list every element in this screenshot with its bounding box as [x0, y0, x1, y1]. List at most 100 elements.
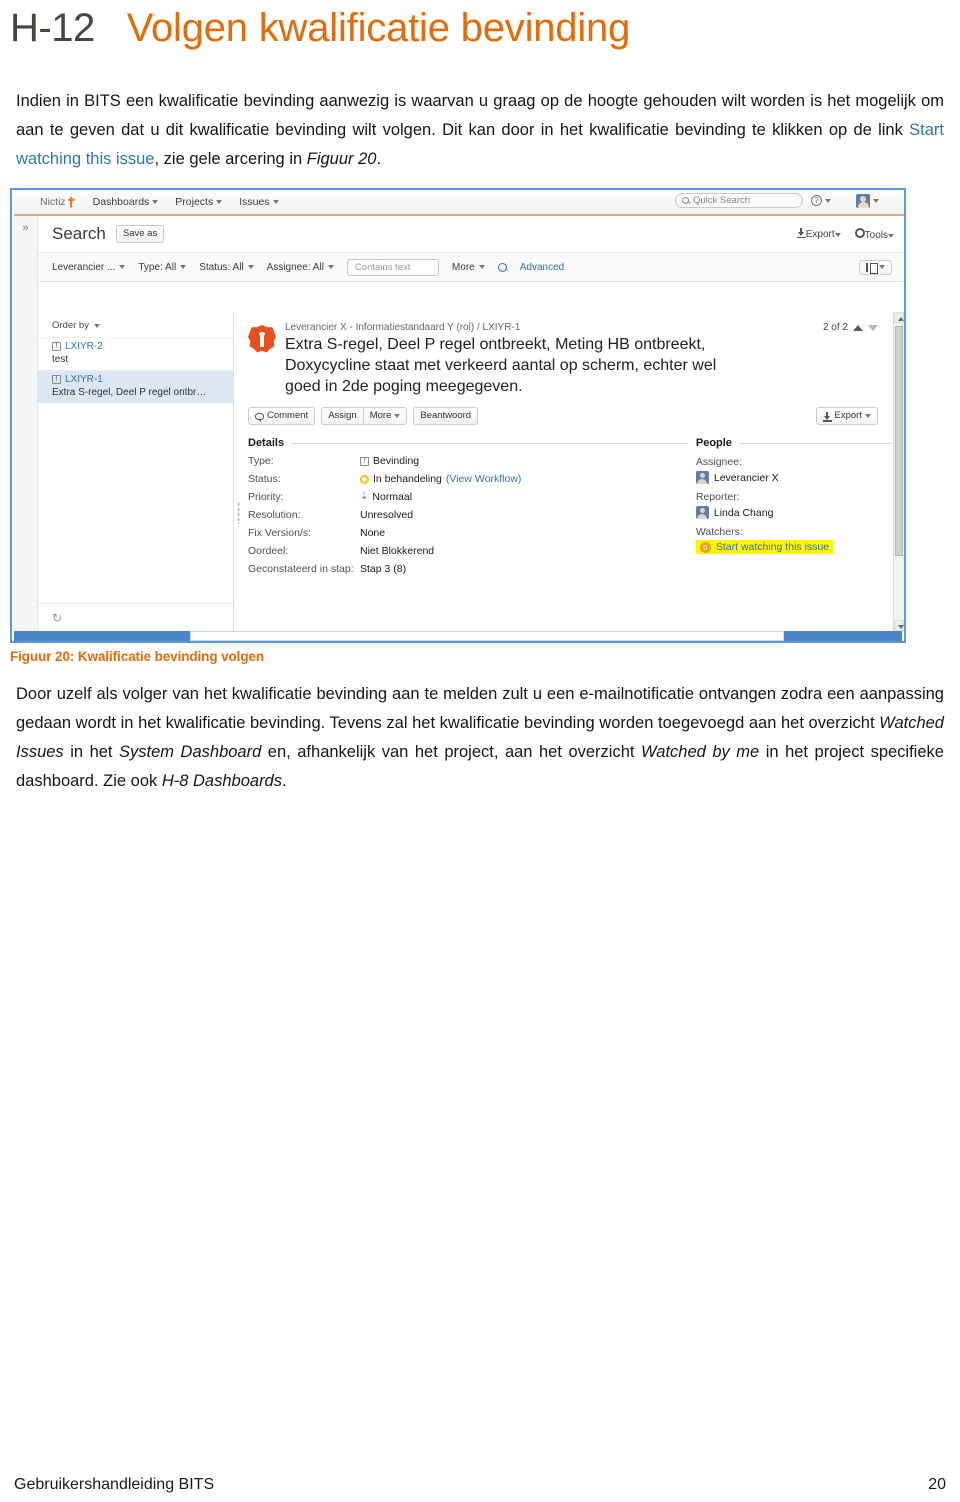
detail-label: Geconstateerd in stap: [248, 563, 354, 575]
start-watching-this-issue-link[interactable]: Start watching this issue [716, 541, 829, 553]
nav-item-projects[interactable]: Projects [175, 196, 223, 208]
body-text-p2: in het [63, 743, 120, 761]
issue-key-label: LXIYR-1 [65, 374, 103, 385]
list-item[interactable]: ! LXIYR-1 Extra S-regel, Deel P regel ont… [38, 370, 233, 403]
nav-projects-label: Projects [175, 196, 214, 208]
issue-export-button[interactable]: Export [815, 407, 878, 425]
export-icon [796, 228, 806, 238]
chevron-down-icon [180, 265, 187, 269]
comment-label: Comment [267, 410, 309, 421]
body-text-p5: . [281, 772, 287, 790]
scroll-thumb[interactable] [190, 631, 784, 641]
beantwoord-button[interactable]: Beantwoord [413, 407, 479, 425]
figure-caption: Figuur 20: Kwalificatie bevinding volgen [10, 649, 265, 664]
breadcrumb-project[interactable]: Leverancier X - Informatiestandaard Y (r… [285, 322, 474, 333]
reporter-label: Reporter: [695, 491, 740, 503]
detail-label: Priority: [248, 491, 284, 503]
filter-type[interactable]: Type: All [138, 262, 187, 273]
filter-assignee-label: Assignee: All [266, 261, 324, 273]
list-item[interactable]: ! LXIYR-2 test [38, 337, 233, 370]
help-menu[interactable]: ? [811, 195, 831, 206]
scroll-down-arrow-icon[interactable] [894, 620, 904, 631]
more-button[interactable]: More [362, 407, 408, 425]
details-heading-label: Details [248, 437, 285, 449]
nav-issues-label: Issues [239, 196, 270, 208]
column-config-button[interactable] [859, 259, 892, 275]
previous-issue-icon[interactable] [853, 324, 863, 331]
filter-status[interactable]: Status: All [199, 262, 254, 273]
filter-more[interactable]: More [452, 262, 485, 273]
scroll-up-arrow-icon[interactable] [894, 312, 904, 323]
issue-list-footer: ↺ [38, 603, 233, 631]
assign-button[interactable]: Assign [321, 407, 363, 425]
watcher-count-badge: 0 [699, 541, 711, 553]
scroll-thumb[interactable] [895, 326, 903, 556]
detail-value-text: Niet Blokkerend [360, 545, 435, 557]
details-section: Details Type: ! Bevinding Status: In beha… [248, 437, 688, 575]
intro-text-part1: Indien in BITS een kwalificatie bevindin… [16, 92, 944, 139]
search-submit-icon[interactable] [497, 262, 507, 272]
gear-icon [854, 227, 865, 238]
people-heading-label: People [695, 437, 732, 449]
detail-value-text: Stap 3 (8) [360, 563, 407, 575]
vertical-scrollbar[interactable] [893, 312, 904, 631]
view-workflow-link[interactable]: (View Workflow) [446, 473, 521, 485]
issue-columns: Details Type: ! Bevinding Status: In beha… [234, 425, 904, 575]
search-header: Search Save as Export Tools [38, 216, 904, 252]
chevron-down-icon [394, 414, 401, 418]
avatar [695, 506, 709, 519]
results-split: Order by ! LXIYR-2 test ! LXIYR-1 Extra S-… [38, 312, 904, 631]
quick-search-input[interactable]: Quick Search [675, 193, 803, 208]
page-footer: Gebruikershandleiding BITS 20 [14, 1476, 946, 1494]
detail-value: ! Bevinding [360, 455, 419, 467]
reporter-value[interactable]: Linda Chang [695, 506, 904, 519]
heading-number: H-12 [10, 6, 95, 50]
brand-label: Nictiz [40, 196, 66, 208]
advanced-search-link[interactable]: Advanced [520, 262, 564, 273]
filter-more-label: More [451, 261, 475, 273]
refresh-icon[interactable]: ↺ [52, 611, 62, 625]
body-paragraph: Door uzelf als volger van het kwalificat… [16, 680, 944, 796]
watchers-label: Watchers: [695, 526, 743, 538]
tools-menu[interactable]: Tools [854, 227, 894, 241]
export-menu[interactable]: Export [796, 228, 841, 240]
issue-summary: Extra S-regel, Deel P regel ontbr… [52, 387, 207, 398]
nav-item-dashboards[interactable]: Dashboards [93, 196, 159, 208]
resize-grip[interactable] [237, 502, 240, 524]
intro-text-part3: . [376, 150, 382, 168]
detail-row-resolution: Resolution: Unresolved [248, 509, 688, 521]
chevron-down-icon [216, 200, 223, 204]
order-by-control[interactable]: Order by [38, 312, 233, 337]
user-menu[interactable] [856, 193, 879, 208]
order-by-label: Order by [52, 320, 89, 331]
comment-icon [255, 412, 264, 422]
sidebar-expand-button[interactable]: » [14, 216, 38, 631]
next-issue-icon[interactable] [868, 324, 878, 331]
filter-project[interactable]: Leverancier ... [52, 262, 126, 273]
contains-text-input[interactable]: Contains text [346, 258, 439, 276]
breadcrumb-issue-key[interactable]: LXIYR-1 [483, 322, 521, 333]
detail-label: Fix Version/s: [248, 527, 312, 539]
filter-assignee[interactable]: Assignee: All [267, 262, 334, 273]
save-as-button[interactable]: Save as [115, 225, 165, 243]
issue-title-block: Leverancier X - Informatiestandaard Y (r… [285, 322, 737, 397]
comment-button[interactable]: Comment [248, 407, 316, 425]
nav-item-issues[interactable]: Issues [239, 196, 279, 208]
avatar [695, 471, 709, 484]
footer-page-number: 20 [928, 1476, 946, 1493]
horizontal-scrollbar[interactable] [14, 631, 902, 641]
issue-export-label: Export [834, 410, 862, 421]
detail-row-priority: Priority: ⇣ Normaal [248, 491, 688, 503]
detail-value-text: Bevinding [373, 455, 420, 467]
chevron-down-icon [93, 323, 100, 328]
intro-figure-reference: Figuur 20 [306, 150, 377, 168]
scroll-track-right [784, 631, 902, 641]
detail-row-stap: Geconstateerd in stap: Stap 3 (8) [248, 563, 688, 575]
watchers-value: 0 Start watching this issue [695, 540, 904, 554]
question-mark-icon: ? [811, 195, 822, 206]
nictiz-logo[interactable]: Nictiz [40, 196, 75, 208]
issue-detail-pane: Leverancier X - Informatiestandaard Y (r… [234, 312, 904, 631]
assignee-value[interactable]: Leverancier X [695, 471, 904, 484]
body-italic-system-dashboard: System Dashboard [119, 743, 262, 761]
jira-top-nav: Nictiz Dashboards Projects Issues Quick … [14, 190, 904, 216]
